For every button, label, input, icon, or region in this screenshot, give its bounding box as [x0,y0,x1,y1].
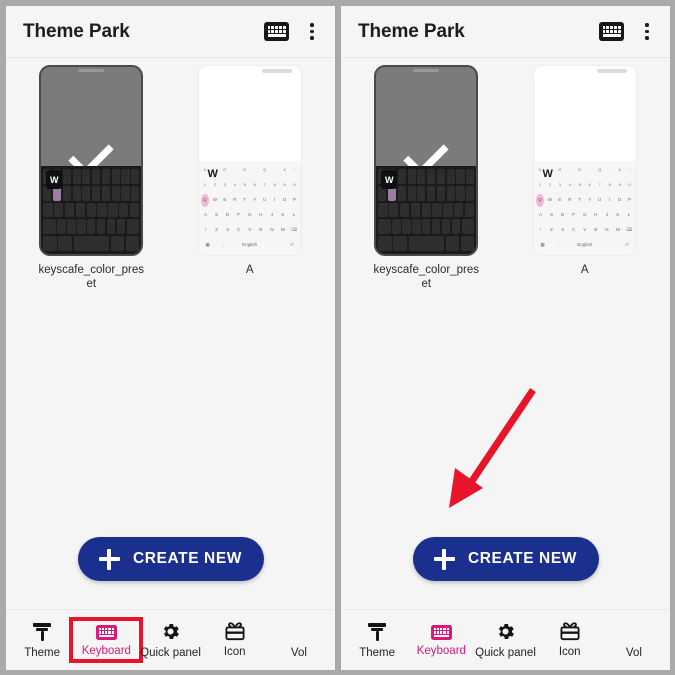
nav-item-theme[interactable]: Theme [10,610,74,670]
keyboard-row-1: QWERT YUIOP [200,194,299,207]
nav-item-keyboard[interactable]: Keyboard [409,610,473,670]
right-panel: Theme Park W keyscafe_color_preset W C O… [341,6,670,670]
keyboard-row-space [43,236,140,251]
nav-label: Icon [558,646,581,658]
keyboard-preview: W [376,166,477,254]
nav-item-theme[interactable]: Theme [345,610,409,670]
nav-label: Quick panel [140,647,201,659]
nav-label: Keyboard [416,645,466,657]
keyboard-row-3 [43,219,140,235]
keyboard-row-2: ASDFG HJKL [203,212,296,218]
keyboard-row-1: QWERT YUIOP [535,194,634,207]
keyboard-row-space: ▦, English. ⏎ [205,242,294,248]
keyboard-thumbnail-preview[interactable]: W COD Q 4 ~ 12345 67890 QWERT Y U I O P … [532,65,637,256]
volume-icon [623,622,645,642]
theme-list-right: W keyscafe_color_preset W C O D Q 4 ~ 1 … [341,58,670,609]
theme-list-left: W keyscafe_color_preset W C O D Q 4 ~ 1 … [6,58,335,609]
status-bar-notch [261,69,292,73]
key-popup: W [542,168,553,180]
keyboard-preview: W COD Q 4 ~ 12345 67890 QWERT Y U I O P … [198,161,301,255]
create-new-button[interactable]: CREATE NEW [412,537,599,581]
keyboard-thumbnail-preview[interactable]: W [374,65,479,256]
paint-roller-icon [366,622,388,642]
bottom-navigation-left: Theme Keyboard Quick panel Icon Vol [6,609,335,670]
nav-item-keyboard[interactable]: Keyboard [69,610,144,670]
create-new-label: CREATE NEW [132,550,243,567]
annotation-arrow [449,388,536,508]
keyboard-icon[interactable] [264,22,289,41]
keyboard-row-3 [378,219,475,235]
left-panel: Theme Park W keyscafe_color_preset W C O… [6,6,335,670]
nav-item-icon[interactable]: Icon [203,610,267,670]
app-bar-actions [264,21,321,43]
list-item[interactable]: W COD Q 4 ~ 12345 67890 QWERT Y U I O P … [171,65,330,292]
app-bar-right: Theme Park [341,6,670,58]
keyboard-row-3: ⇧ Z X C V B N M ⌫ [203,227,298,233]
nav-label: Keyboard [81,645,131,657]
nav-label: Vol [290,646,307,659]
volume-icon [288,622,310,642]
key-popup: W [207,168,218,180]
create-new-button[interactable]: CREATE NEW [77,537,264,581]
list-item-label: keyscafe_color_preset [38,264,144,291]
keyboard-row-space [378,236,475,251]
list-item[interactable]: W keyscafe_color_preset [347,65,506,292]
bottom-navigation-right: Theme Keyboard Quick panel Icon Vol [341,609,670,670]
screenshot-root: Theme Park W keyscafe_color_preset W C O… [0,0,675,675]
list-item[interactable]: W COD Q 4 ~ 12345 67890 QWERT Y U I O P … [506,65,665,292]
keyboard-icon [430,625,452,640]
keyboard-row-3: ⇧ Z X C V B N M ⌫ [538,227,633,233]
list-item[interactable]: W keyscafe_color_preset [12,65,171,292]
gift-icon [559,622,581,641]
keyboard-thumbnail-preview[interactable]: W COD Q 4 ~ 12345 67890 QWERT Y U I O P … [197,65,302,256]
paint-roller-icon [31,622,53,642]
thumbnail-row: W keyscafe_color_preset W C O D Q 4 ~ 1 … [341,65,670,292]
nav-item-vol[interactable]: Vol [602,610,666,670]
app-bar-actions [599,21,656,43]
nav-item-quick-panel[interactable]: Quick panel [473,610,537,670]
key-popup: W [46,170,63,189]
app-bar-left: Theme Park [6,6,335,58]
list-item-label: keyscafe_color_preset [373,264,479,291]
status-bar-notch [78,69,105,72]
keyboard-preview: W [41,166,142,254]
gear-icon [495,621,516,642]
nav-label: Quick panel [475,647,536,659]
nav-label: Theme [24,646,60,659]
keyboard-icon[interactable] [599,22,624,41]
key-popup: W [381,170,398,189]
nav-item-quick-panel[interactable]: Quick panel [138,610,202,670]
page-title: Theme Park [23,20,130,42]
nav-item-icon[interactable]: Icon [538,610,602,670]
keyboard-row-space: ▦, English. ⏎ [540,242,629,248]
keyboard-icon [95,625,117,640]
status-bar-notch [413,69,440,72]
list-item-label: A [580,264,589,276]
plus-icon [433,548,455,570]
nav-label: Vol [625,646,642,659]
thumbnail-row: W keyscafe_color_preset W C O D Q 4 ~ 1 … [6,65,335,292]
keyboard-row-2 [378,202,475,218]
page-title: Theme Park [358,20,465,42]
keyboard-preview: W COD Q 4 ~ 12345 67890 QWERT Y U I O P … [533,161,636,255]
keyboard-thumbnail-preview[interactable]: W [39,65,144,256]
keyboard-row-2 [43,202,140,218]
more-vertical-icon[interactable] [638,21,656,43]
status-bar-notch [596,69,627,73]
nav-item-vol[interactable]: Vol [267,610,331,670]
create-new-label: CREATE NEW [467,550,578,567]
nav-label: Icon [223,646,246,658]
nav-label: Theme [359,646,395,659]
plus-icon [98,548,120,570]
gift-icon [224,622,246,641]
keyboard-row-2: ASDFG HJKL [538,212,631,218]
gear-icon [160,621,181,642]
more-vertical-icon[interactable] [303,21,321,43]
list-item-label: A [245,264,254,276]
